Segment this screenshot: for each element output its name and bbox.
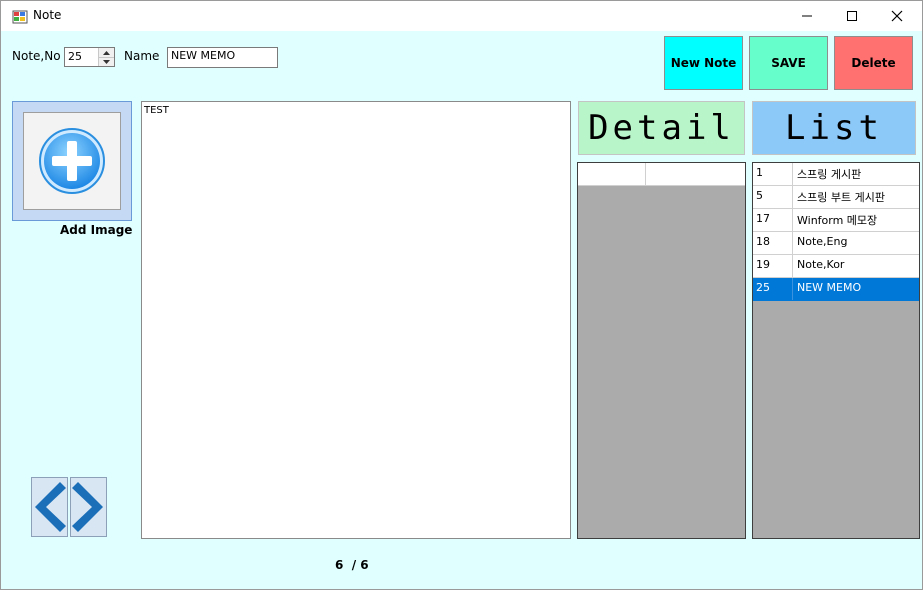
page-indicator: 6 / 6 [335, 558, 369, 572]
note-window: Note Note,No 25 Name NEW MEMO New Note S… [0, 0, 923, 590]
list-row-id: 5 [753, 186, 793, 208]
detail-header-button[interactable]: Detail [578, 101, 745, 155]
list-row-id: 19 [753, 255, 793, 277]
close-icon [891, 10, 903, 22]
list-row[interactable]: 18 Note,Eng [753, 232, 919, 255]
title-bar: Note [1, 1, 922, 31]
minimize-button[interactable] [784, 1, 830, 31]
list-header-button[interactable]: List [752, 101, 916, 155]
maximize-icon [847, 11, 857, 21]
chevron-left-icon [32, 478, 67, 536]
note-no-label: Note,No [12, 49, 61, 63]
detail-row[interactable] [578, 163, 745, 186]
list-row-id: 25 [753, 278, 793, 300]
name-input[interactable]: NEW MEMO [167, 47, 278, 68]
new-note-button[interactable]: New Note [664, 36, 743, 90]
list-row[interactable]: 5 스프링 부트 게시판 [753, 186, 919, 209]
detail-grid[interactable] [577, 162, 746, 539]
list-row[interactable]: 19 Note,Kor [753, 255, 919, 278]
window-title: Note [33, 8, 62, 22]
list-row-name: NEW MEMO [797, 281, 862, 294]
prev-button[interactable] [31, 477, 68, 537]
stepper-down-button[interactable] [99, 57, 114, 66]
list-row[interactable]: 17 Winform 메모장 [753, 209, 919, 232]
app-icon [12, 10, 28, 24]
detail-cell[interactable] [578, 163, 646, 185]
next-button[interactable] [70, 477, 107, 537]
image-preview [23, 112, 121, 210]
plus-circle-icon [39, 128, 105, 194]
close-button[interactable] [874, 1, 920, 31]
delete-button[interactable]: Delete [834, 36, 913, 90]
add-image-caption: Add Image [60, 223, 133, 237]
add-image-button[interactable] [12, 101, 132, 221]
save-button[interactable]: SAVE [749, 36, 828, 90]
name-label: Name [124, 49, 160, 63]
list-row-selected[interactable]: 25 NEW MEMO [753, 278, 919, 301]
list-row[interactable]: 1 스프링 게시판 [753, 163, 919, 186]
note-no-stepper[interactable]: 25 [64, 47, 115, 67]
list-row-id: 18 [753, 232, 793, 254]
maximize-button[interactable] [829, 1, 875, 31]
caret-down-icon [103, 59, 110, 64]
memo-textarea[interactable]: TEST [141, 101, 571, 539]
detail-cell[interactable] [646, 163, 745, 185]
list-row-id: 1 [753, 163, 793, 185]
minimize-icon [802, 15, 812, 17]
list-grid[interactable]: 1 스프링 게시판 5 스프링 부트 게시판 17 Winform 메모장 18… [752, 162, 920, 539]
note-no-value[interactable]: 25 [68, 50, 82, 63]
list-row-id: 17 [753, 209, 793, 231]
caret-up-icon [103, 50, 110, 55]
stepper-buttons [98, 48, 114, 66]
form-client-area: Note,No 25 Name NEW MEMO New Note SAVE D… [1, 31, 922, 589]
chevron-right-icon [71, 478, 106, 536]
